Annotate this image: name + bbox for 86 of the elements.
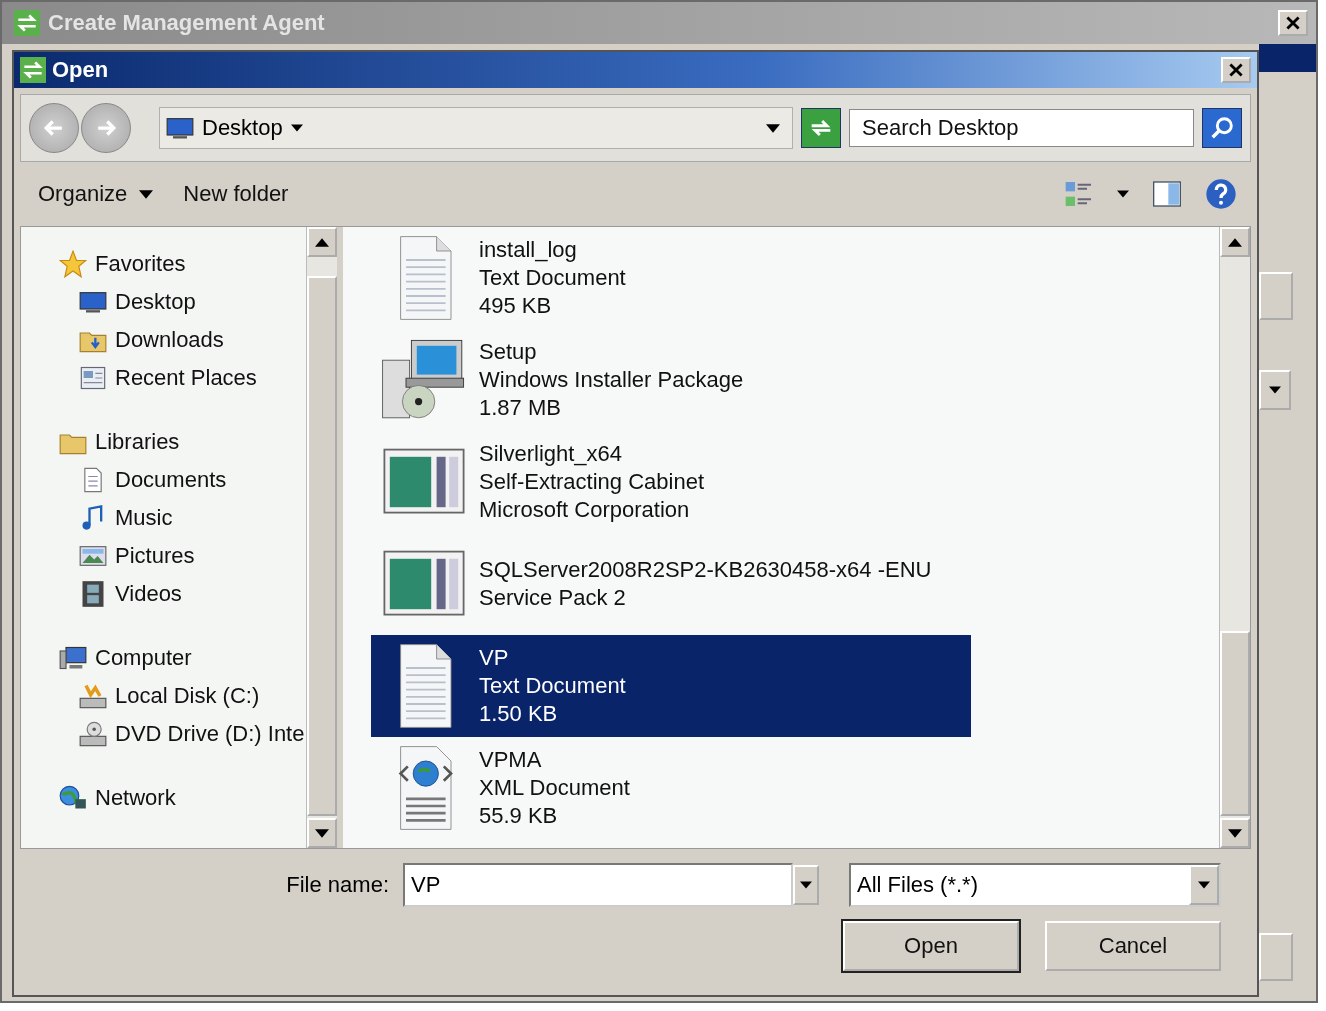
- refresh-button[interactable]: [801, 108, 841, 148]
- window-title: Create Management Agent: [48, 10, 326, 36]
- file-name-field[interactable]: VP: [403, 863, 793, 907]
- file-detail: 1.87 MB: [479, 394, 562, 422]
- navigation-item[interactable]: Network: [59, 779, 306, 817]
- computer-icon: [59, 644, 87, 672]
- file-name: Silverlight_x64: [479, 440, 624, 468]
- caret-icon: [766, 123, 780, 133]
- caret-icon: [1269, 386, 1281, 394]
- navigation-item[interactable]: Pictures: [59, 537, 306, 575]
- caret-icon: [1117, 190, 1129, 198]
- navigation-item[interactable]: Documents: [59, 461, 306, 499]
- down-arrow-icon: [315, 828, 329, 838]
- star-icon: [59, 250, 87, 278]
- file-detail: Windows Installer Package: [479, 366, 744, 394]
- globe-icon: [59, 784, 87, 812]
- file-detail: Text Document: [479, 264, 626, 292]
- down-arrow-icon: [1228, 828, 1242, 838]
- address-location[interactable]: Desktop: [202, 115, 283, 141]
- close-icon: [1286, 16, 1300, 30]
- dialog-button[interactable]: Cancel: [1045, 921, 1221, 971]
- file-type-dropdown[interactable]: All Files (*.*): [849, 863, 1221, 907]
- file-item[interactable]: VP Text Document 1.50 KB: [371, 635, 971, 737]
- toolbar-button[interactable]: New folder: [173, 177, 299, 211]
- scrollbar[interactable]: [1219, 227, 1250, 848]
- toolbar-button[interactable]: Organize: [28, 177, 164, 211]
- caret-icon: [1198, 881, 1210, 889]
- close-button[interactable]: [1221, 57, 1251, 83]
- navigation-item[interactable]: DVD Drive (D:) Inte: [59, 715, 306, 753]
- up-arrow-icon: [1228, 237, 1242, 247]
- arrows-icon: [14, 10, 40, 36]
- navigation-item[interactable]: Libraries: [59, 423, 306, 461]
- file-name: install_log: [479, 236, 578, 264]
- navigation-item[interactable]: Desktop: [59, 283, 306, 321]
- help-icon: [1205, 178, 1237, 210]
- file-name-label: File name:: [286, 872, 389, 898]
- caret-icon: [800, 881, 812, 889]
- title-bar-fragment: [1259, 44, 1316, 72]
- file-detail: Text Document: [479, 672, 626, 700]
- search-field[interactable]: Search Desktop: [849, 109, 1194, 147]
- scroll-up-button[interactable]: [307, 227, 337, 257]
- pane-icon: [1151, 178, 1183, 210]
- navigation-item[interactable]: Local Disk (C:): [59, 677, 306, 715]
- dropdown-button[interactable]: [1189, 865, 1219, 905]
- search-button[interactable]: [1202, 108, 1242, 148]
- scroll-down-button[interactable]: [1220, 818, 1250, 848]
- navigation-item[interactable]: Computer: [59, 639, 306, 677]
- dialog-button[interactable]: Open: [843, 921, 1019, 971]
- file-detail: Microsoft Corporation: [479, 496, 691, 524]
- navigation-item[interactable]: Favorites: [59, 245, 306, 283]
- file-item[interactable]: VPMA XML Document 55.9 KB: [371, 737, 971, 839]
- dropdown-button[interactable]: [793, 865, 819, 905]
- navigation-item[interactable]: Downloads: [59, 321, 306, 359]
- file-detail: Self-Extracting Cabinet: [479, 468, 704, 496]
- file-item[interactable]: Setup Windows Installer Package 1.87 MB: [371, 329, 971, 431]
- scrollbar[interactable]: [306, 227, 337, 848]
- file-name: VPMA: [479, 746, 543, 774]
- back-button[interactable]: [29, 103, 79, 153]
- file-detail: 1.50 KB: [479, 700, 559, 728]
- scroll-up-button[interactable]: [1220, 227, 1250, 257]
- file-detail: Service Pack 2: [479, 584, 627, 612]
- file-name: Setup: [479, 338, 538, 366]
- dialog-title: Open: [52, 57, 110, 83]
- file-name: VP: [479, 644, 510, 672]
- address-bar[interactable]: Desktop: [159, 107, 793, 149]
- file-detail: 55.9 KB: [479, 802, 559, 830]
- forward-button[interactable]: [81, 103, 131, 153]
- file-item[interactable]: install_log Text Document 495 KB: [371, 227, 971, 329]
- up-arrow-icon: [315, 237, 329, 247]
- close-button[interactable]: [1278, 10, 1308, 36]
- close-icon: [1229, 63, 1243, 77]
- file-item[interactable]: SQLServer2008R2SP2-KB2630458-x64 -ENU Service Pack 2: [371, 533, 971, 635]
- window-icon: [79, 364, 107, 392]
- arrows-icon: [20, 57, 46, 83]
- caret-icon: [290, 124, 303, 132]
- drive-icon: [79, 682, 107, 710]
- navigation-item[interactable]: Videos: [59, 575, 306, 613]
- file-name: SQLServer2008R2SP2-KB2630458-x64 -ENU: [479, 556, 932, 584]
- scroll-down-button[interactable]: [307, 818, 337, 848]
- navigation-item[interactable]: Recent Places: [59, 359, 306, 397]
- file-detail: 495 KB: [479, 292, 553, 320]
- file-item[interactable]: Silverlight_x64 Self-Extracting Cabinet Microsoft Corporation: [371, 431, 971, 533]
- navigation-item[interactable]: Music: [59, 499, 306, 537]
- file-detail: XML Document: [479, 774, 630, 802]
- disc-drive-icon: [79, 720, 107, 748]
- caret-icon: [139, 189, 154, 199]
